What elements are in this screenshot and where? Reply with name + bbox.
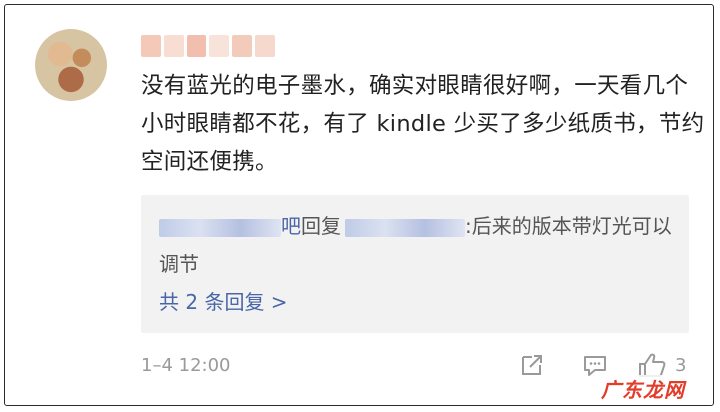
replier-name-blurred[interactable] — [159, 218, 281, 237]
comment-time: 1–4 12:00 — [141, 355, 231, 376]
watermark-logo: 广东龙网 — [601, 375, 711, 405]
reply-target-blurred[interactable] — [345, 218, 465, 237]
avatar[interactable] — [35, 29, 107, 101]
replier-name-tail[interactable]: 吧 — [281, 214, 301, 238]
comment-text: 没有蓝光的电子墨水，确实对眼睛很好啊，一天看几个小时眼睛都不花，有了 kindl… — [141, 73, 705, 175]
reply-verb: 回复 — [301, 214, 341, 238]
username-blurred[interactable] — [141, 35, 275, 57]
reply-box[interactable]: 吧回复:后来的版本带灯光可以调节 共 2 条回复 > — [141, 195, 689, 333]
share-icon[interactable] — [518, 351, 546, 379]
more-replies-link[interactable]: 共 2 条回复 > — [159, 289, 288, 315]
reply-line: 吧回复:后来的版本带灯光可以调节 — [159, 207, 679, 283]
like-count: 3 — [675, 355, 687, 376]
comment-card: 没有蓝光的电子墨水，确实对眼睛很好啊，一天看几个小时眼睛都不花，有了 kindl… — [4, 4, 714, 406]
